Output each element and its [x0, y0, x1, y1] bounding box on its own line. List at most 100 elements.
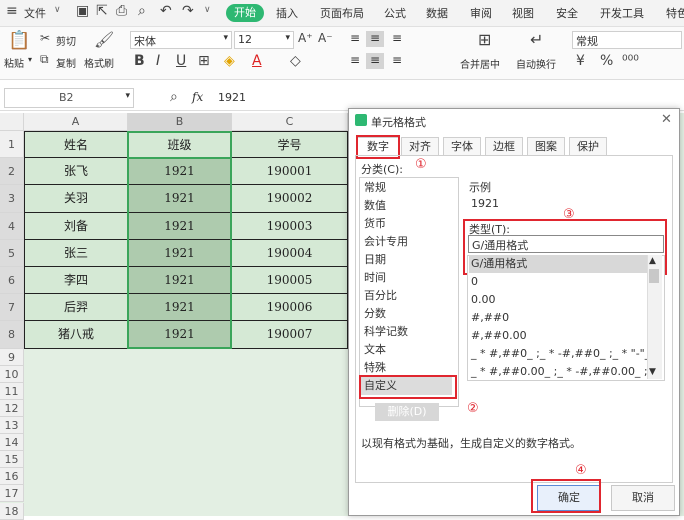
- format-item[interactable]: G/通用格式: [469, 255, 647, 273]
- format-item[interactable]: _ * #,##0_ ;_ * -#,##0_ ;_ * "-"_ ;_ @_: [469, 345, 647, 363]
- row-header[interactable]: 6: [0, 267, 24, 295]
- tab-home[interactable]: 开始: [226, 4, 264, 22]
- row-header[interactable]: 12: [0, 399, 24, 417]
- select-all-corner[interactable]: [0, 113, 24, 131]
- selected-cell[interactable]: 1921: [128, 185, 232, 213]
- table-cell[interactable]: 190004: [232, 239, 348, 267]
- fx-button[interactable]: fx: [192, 90, 203, 104]
- header-cell[interactable]: 班级: [128, 131, 232, 159]
- border-icon[interactable]: ⊞: [198, 53, 210, 69]
- tab-page-layout[interactable]: 页面布局: [320, 5, 364, 21]
- tab-review[interactable]: 审阅: [470, 5, 492, 21]
- undo-icon[interactable]: ↶: [160, 3, 172, 19]
- row-header[interactable]: 8: [0, 321, 24, 349]
- category-item[interactable]: 时间: [361, 269, 452, 287]
- tab-developer[interactable]: 开发工具: [600, 5, 644, 21]
- close-icon[interactable]: ✕: [661, 112, 672, 127]
- align-bottom-button[interactable]: ≡: [388, 31, 406, 47]
- table-cell[interactable]: 190001: [232, 158, 348, 186]
- row-header[interactable]: 14: [0, 434, 24, 452]
- chevron-down-icon[interactable]: ∨: [204, 5, 211, 15]
- tab-alignment[interactable]: 对齐: [401, 137, 439, 156]
- table-cell[interactable]: 刘备: [24, 212, 128, 240]
- category-item[interactable]: 数值: [361, 197, 452, 215]
- auto-wrap-button[interactable]: 自动换行: [516, 56, 556, 71]
- chevron-down-icon[interactable]: ▾: [28, 55, 32, 64]
- align-left-button[interactable]: ≡: [346, 53, 364, 69]
- format-item[interactable]: #,##0.00: [469, 327, 647, 345]
- row-header[interactable]: 11: [0, 382, 24, 400]
- row-header[interactable]: 5: [0, 239, 24, 267]
- clear-format-icon[interactable]: ◇: [290, 53, 301, 69]
- column-header-c[interactable]: C: [232, 113, 348, 131]
- tab-view[interactable]: 视图: [512, 5, 534, 21]
- merge-center-button[interactable]: 合并居中: [460, 56, 500, 71]
- row-header[interactable]: 17: [0, 485, 24, 503]
- percent-icon[interactable]: %: [600, 53, 613, 69]
- row-header[interactable]: 7: [0, 294, 24, 322]
- scroll-down-icon[interactable]: ▼: [649, 367, 656, 377]
- tab-font[interactable]: 字体: [443, 137, 481, 156]
- grow-font-button[interactable]: A⁺: [298, 31, 313, 45]
- copy-button[interactable]: 复制: [56, 55, 76, 70]
- font-name-select[interactable]: 宋体 ▾: [130, 31, 232, 49]
- zoom-icon[interactable]: ⌕: [170, 89, 178, 105]
- tab-security[interactable]: 安全: [556, 5, 578, 21]
- row-header[interactable]: 2: [0, 158, 24, 186]
- name-box[interactable]: B2 ▾: [4, 88, 134, 108]
- row-header[interactable]: 15: [0, 451, 24, 469]
- redo-icon[interactable]: ↷: [182, 3, 194, 19]
- tab-border[interactable]: 边框: [485, 137, 523, 156]
- format-item[interactable]: 0: [469, 273, 647, 291]
- underline-button[interactable]: U: [176, 53, 186, 69]
- table-cell[interactable]: 190006: [232, 294, 348, 322]
- delete-button[interactable]: 删除(D): [375, 403, 439, 421]
- selected-cell[interactable]: 1921: [128, 321, 232, 349]
- cancel-button[interactable]: 取消: [611, 485, 675, 511]
- scissors-icon[interactable]: ✂: [40, 31, 50, 45]
- table-cell[interactable]: 关羽: [24, 185, 128, 213]
- formula-input[interactable]: 1921: [218, 91, 246, 104]
- print-icon[interactable]: ⎙: [116, 3, 127, 19]
- category-item[interactable]: 货币: [361, 215, 452, 233]
- hamburger-icon[interactable]: ≡: [6, 3, 18, 19]
- selected-cell[interactable]: 1921: [128, 267, 232, 295]
- table-cell[interactable]: 190003: [232, 212, 348, 240]
- shrink-font-button[interactable]: A⁻: [318, 31, 333, 45]
- category-item[interactable]: 日期: [361, 251, 452, 269]
- row-header[interactable]: 9: [0, 348, 24, 366]
- table-cell[interactable]: 张三: [24, 239, 128, 267]
- fill-color-icon[interactable]: ◈: [224, 53, 235, 69]
- font-color-icon[interactable]: A: [252, 53, 262, 69]
- italic-button[interactable]: I: [156, 53, 160, 69]
- scrollbar-thumb[interactable]: [649, 269, 659, 283]
- export-icon[interactable]: ⇱: [96, 3, 108, 19]
- row-header[interactable]: 16: [0, 468, 24, 486]
- tab-protection[interactable]: 保护: [569, 137, 607, 156]
- chevron-down-icon[interactable]: ∨: [54, 5, 61, 15]
- save-icon[interactable]: ▣: [76, 3, 89, 19]
- paste-icon[interactable]: 📋: [8, 30, 30, 51]
- category-item[interactable]: 常规: [361, 179, 452, 197]
- row-header[interactable]: 3: [0, 185, 24, 213]
- selected-cell[interactable]: 1921: [128, 158, 232, 186]
- table-cell[interactable]: 猪八戒: [24, 321, 128, 349]
- align-right-button[interactable]: ≡: [388, 53, 406, 69]
- format-painter-button[interactable]: 格式刷: [84, 55, 114, 70]
- table-cell[interactable]: 后羿: [24, 294, 128, 322]
- cut-button[interactable]: 剪切: [56, 33, 76, 48]
- wrap-text-icon[interactable]: ↵: [530, 30, 543, 49]
- number-format-select[interactable]: 常规: [572, 31, 682, 49]
- header-cell[interactable]: 学号: [232, 131, 348, 159]
- format-item[interactable]: #,##0: [469, 309, 647, 327]
- scroll-up-icon[interactable]: ▲: [649, 256, 656, 266]
- selected-cell[interactable]: 1921: [128, 294, 232, 322]
- row-header[interactable]: 4: [0, 212, 24, 240]
- merge-icon[interactable]: ⊞: [478, 30, 491, 49]
- table-cell[interactable]: 190005: [232, 267, 348, 295]
- bold-button[interactable]: B: [134, 53, 145, 69]
- format-painter-icon[interactable]: 🖌: [94, 30, 114, 49]
- file-menu[interactable]: 文件: [24, 5, 46, 21]
- table-cell[interactable]: 190007: [232, 321, 348, 349]
- row-header[interactable]: 18: [0, 502, 24, 520]
